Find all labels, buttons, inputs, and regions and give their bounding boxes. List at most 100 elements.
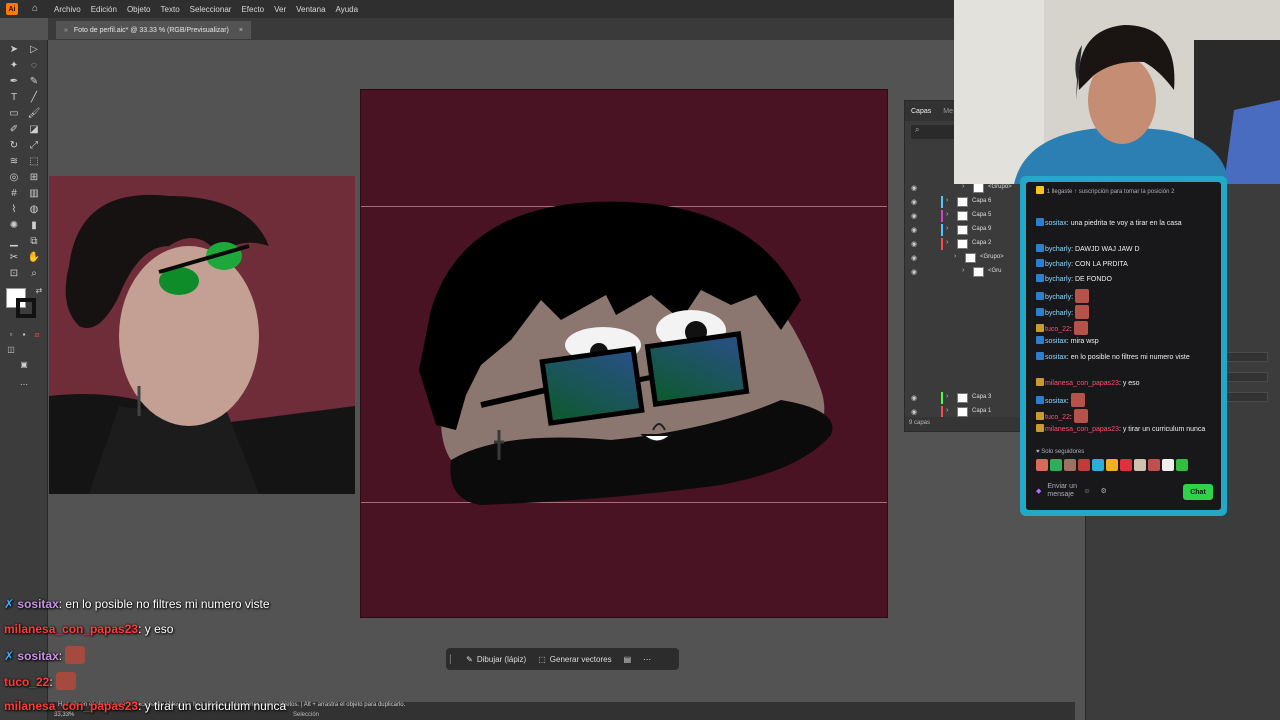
free-transform-icon[interactable]: ⬚ [27, 155, 41, 169]
menu-ventana[interactable]: Ventana [296, 5, 325, 14]
image-options-icon[interactable]: ▤ [618, 648, 638, 670]
menu-seleccionar[interactable]: Seleccionar [190, 5, 232, 14]
magic-wand-icon[interactable]: ✦ [7, 59, 21, 73]
visibility-eye-icon[interactable]: ◉ [911, 226, 917, 234]
visibility-eye-icon[interactable]: ◉ [911, 240, 917, 248]
layer-row[interactable]: ◉ › Capa 5 [905, 209, 1023, 223]
visibility-eye-icon[interactable]: ◉ [911, 184, 917, 192]
artboard[interactable] [360, 89, 888, 618]
draw-pencil-button[interactable]: ✎ Dibujar (lápiz) [460, 648, 532, 670]
more-tools-icon[interactable]: ⋯ [17, 378, 31, 392]
emote-picker-icon[interactable]: ☺ [1083, 488, 1090, 495]
screen-mode-icon[interactable]: ▣ [17, 358, 31, 372]
chat-username[interactable]: bycharly [1045, 261, 1071, 268]
menu-ayuda[interactable]: Ayuda [336, 5, 359, 14]
visibility-eye-icon[interactable]: ◉ [911, 254, 917, 262]
bits-icon[interactable]: ◆ [1036, 487, 1041, 495]
layer-row[interactable]: ◉ › <Gru [905, 265, 1023, 279]
settings-icon[interactable]: ⚙ [1101, 487, 1107, 495]
emote-icon[interactable] [1162, 459, 1174, 471]
perspective-grid-icon[interactable]: ⊞ [27, 171, 41, 185]
draw-normal-icon[interactable]: ◫ [4, 343, 18, 357]
expand-chevron-icon[interactable]: › [946, 211, 948, 218]
expand-chevron-icon[interactable]: › [954, 253, 956, 260]
shaper-tool-icon[interactable]: ✐ [7, 123, 21, 137]
emote-icon[interactable] [1106, 459, 1118, 471]
eraser-tool-icon[interactable]: ◪ [27, 123, 41, 137]
type-tool-icon[interactable]: T [7, 91, 21, 105]
chat-username[interactable]: bycharly [1045, 294, 1071, 301]
warp-tool-icon[interactable]: ≋ [7, 155, 21, 169]
chat-username[interactable]: sositax [1045, 338, 1067, 345]
emote-icon[interactable] [1092, 459, 1104, 471]
menu-edicion[interactable]: Edición [91, 5, 117, 14]
paintbrush-tool-icon[interactable]: 🖌 [27, 107, 41, 121]
menu-texto[interactable]: Texto [161, 5, 180, 14]
chat-username[interactable]: bycharly [1045, 246, 1071, 253]
home-icon[interactable]: ⌂ [32, 3, 44, 15]
visibility-eye-icon[interactable]: ◉ [911, 212, 917, 220]
blend-tool-icon[interactable]: ◍ [27, 203, 41, 217]
more-options-icon[interactable]: ⋯ [637, 648, 657, 670]
expand-chevron-icon[interactable]: › [946, 197, 948, 204]
hand-tool-icon[interactable]: ✋ [27, 251, 41, 265]
emote-icon[interactable] [1078, 459, 1090, 471]
layer-row[interactable]: ◉ › <Grupo> [905, 251, 1023, 265]
emote-icon[interactable] [1120, 459, 1132, 471]
column-graph-icon[interactable]: ▮ [27, 219, 41, 233]
lasso-tool-icon[interactable]: ◌ [27, 59, 41, 73]
swap-colors-icon[interactable]: ⇄ [32, 284, 46, 298]
chat-username[interactable]: sositax [1045, 398, 1067, 405]
slice-tool-icon[interactable]: ✂ [7, 251, 21, 265]
eyedropper-icon[interactable]: ⌇ [7, 203, 21, 217]
chat-send-button[interactable]: Chat [1183, 484, 1213, 500]
emote-icon[interactable] [1176, 459, 1188, 471]
zoom-tool-icon[interactable]: ⌕ [27, 267, 41, 281]
rotate-tool-icon[interactable]: ↻ [7, 139, 21, 153]
expand-chevron-icon[interactable]: › [946, 239, 948, 246]
emote-icon[interactable] [1064, 459, 1076, 471]
generate-vectors-button[interactable]: ⬚ Generar vectores [532, 648, 617, 670]
tab-capas[interactable]: Capas [905, 108, 937, 115]
selection-tool-icon[interactable]: ➤ [7, 43, 21, 57]
gradient-mode-icon[interactable]: ▪ [17, 328, 31, 342]
chat-username[interactable]: bycharly [1045, 276, 1071, 283]
chat-username[interactable]: sositax [1045, 220, 1067, 227]
emote-icon[interactable] [1050, 459, 1062, 471]
emote-icon[interactable] [1148, 459, 1160, 471]
direct-selection-tool-icon[interactable]: ▷ [27, 43, 41, 57]
menu-efecto[interactable]: Efecto [241, 5, 264, 14]
line-tool-icon[interactable]: ╱ [27, 91, 41, 105]
chat-username[interactable]: milanesa_con_papas23 [1045, 426, 1119, 433]
layer-row[interactable]: ◉ › Capa 2 [905, 237, 1023, 251]
chat-username[interactable]: milanesa_con_papas23 [1045, 380, 1119, 387]
visibility-eye-icon[interactable]: ◉ [911, 268, 917, 276]
expand-chevron-icon[interactable]: › [946, 225, 948, 232]
visibility-eye-icon[interactable]: ◉ [911, 198, 917, 206]
chat-username[interactable]: tuco_22 [1045, 326, 1070, 333]
menu-ver[interactable]: Ver [274, 5, 286, 14]
stroke-swatch[interactable] [16, 298, 36, 318]
emote-icon[interactable] [1036, 459, 1048, 471]
expand-chevron-icon[interactable]: › [946, 407, 948, 414]
chat-username[interactable]: tuco_22 [1045, 414, 1070, 421]
color-mode-icon[interactable]: ▫ [4, 328, 18, 342]
expand-chevron-icon[interactable]: › [962, 183, 964, 190]
scale-tool-icon[interactable]: ⤢ [27, 139, 41, 153]
expand-chevron-icon[interactable]: › [962, 267, 964, 274]
bar-chart-tool-icon[interactable]: ▁ [7, 235, 21, 249]
gradient-tool-icon[interactable]: ▥ [27, 187, 41, 201]
visibility-eye-icon[interactable]: ◉ [911, 394, 917, 402]
expand-chevron-icon[interactable]: › [946, 393, 948, 400]
chat-username[interactable]: bycharly [1045, 310, 1071, 317]
menu-objeto[interactable]: Objeto [127, 5, 151, 14]
zoom-fit-icon[interactable]: ⊡ [7, 267, 21, 281]
reference-photo[interactable] [49, 176, 355, 494]
collapse-arrow-icon[interactable]: » [64, 27, 68, 34]
mesh-tool-icon[interactable]: # [7, 187, 21, 201]
close-tab-icon[interactable]: × [239, 27, 243, 34]
artboard-tool-icon[interactable]: ⧉ [27, 235, 41, 249]
curvature-tool-icon[interactable]: ✎ [27, 75, 41, 89]
layer-row[interactable]: ◉ › Capa 3 [905, 391, 1023, 405]
character-illustration[interactable] [361, 90, 888, 618]
